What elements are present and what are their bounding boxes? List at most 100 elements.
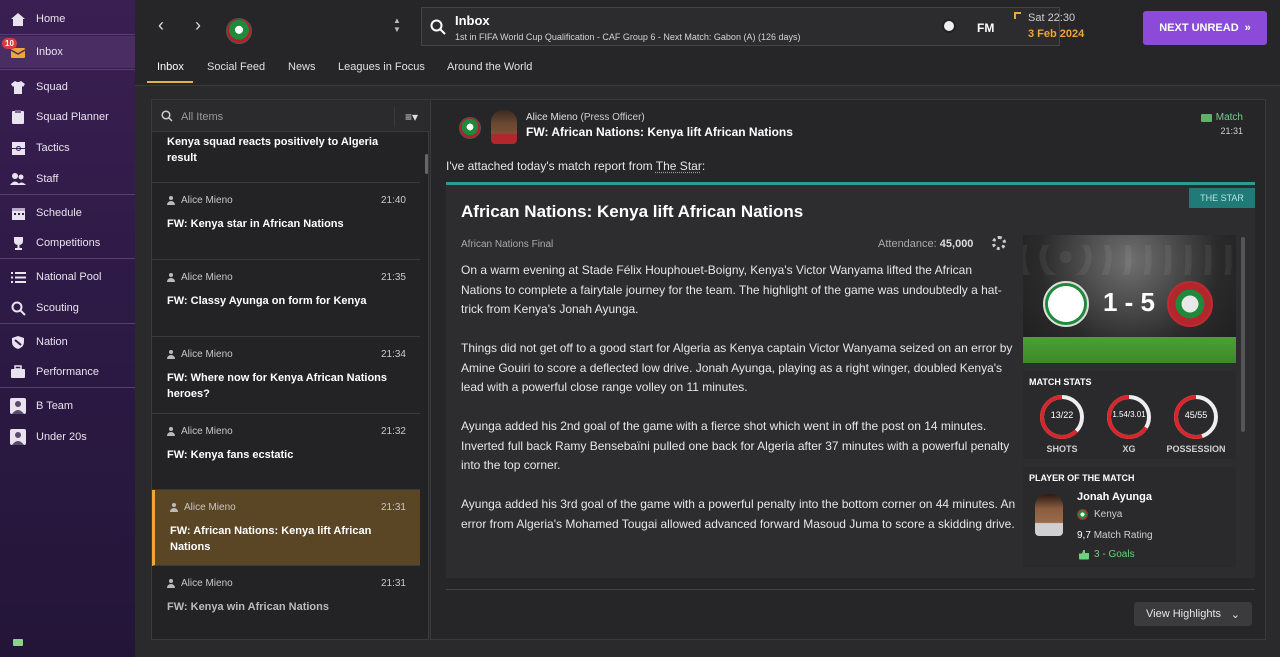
rating-value: 9,7 — [1077, 530, 1091, 541]
list-item[interactable]: Alice Mieno 21:31 FW: Kenya win African … — [152, 566, 420, 640]
list-item[interactable]: Alice Mieno 21:32 FW: Kenya fans ecstati… — [152, 414, 420, 490]
date-corner-icon — [1014, 12, 1021, 19]
source-tag: THE STAR — [1189, 188, 1255, 208]
intro-text: I've attached today's match report from — [446, 159, 656, 173]
u20-icon — [9, 428, 27, 446]
search-input[interactable]: All Items — [181, 111, 223, 123]
message-sender: Alice Mieno — [170, 502, 236, 513]
sidebar-item-b-team[interactable]: B Team — [0, 391, 135, 421]
message-detail: Alice Mieno (Press Officer) FW: African … — [430, 99, 1266, 640]
sender-name: Alice Mieno — [184, 502, 236, 513]
search-icon — [9, 299, 27, 317]
list-item[interactable]: Alice Mieno 21:35 FW: Classy Ayunga on f… — [152, 260, 420, 337]
page-header-box[interactable]: Inbox 1st in FIFA World Cup Qualificatio… — [421, 7, 1060, 46]
top-bar: ‹ › ▲ ▼ Inbox 1st in FIFA World Cup Quali… — [135, 0, 1280, 50]
message-subject: FW: Kenya star in African Nations — [167, 218, 344, 230]
sender-line: Alice Mieno (Press Officer) — [526, 112, 645, 123]
rating-label: Match Rating — [1093, 530, 1153, 541]
football-icon[interactable] — [942, 19, 956, 33]
message-list: All Items ≡▾ Kenya squad reacts positive… — [151, 99, 430, 640]
message-time: 21:34 — [380, 349, 406, 360]
sender-name[interactable]: Alice Mieno — [526, 112, 578, 123]
tab-bar: Inbox Social Feed News Leagues in Focus … — [135, 50, 1280, 86]
next-unread-button[interactable]: NEXT UNREAD » — [1143, 11, 1267, 45]
calendar-icon — [9, 204, 27, 222]
sidebar-item-competitions[interactable]: Competitions — [0, 228, 135, 258]
sidebar-item-label: Squad — [36, 81, 68, 93]
sidebar-separator — [0, 34, 135, 35]
message-time: 21:40 — [380, 195, 406, 206]
message-sender: Alice Mieno — [167, 426, 233, 437]
tab-news[interactable]: News — [288, 61, 316, 73]
sender-name: Alice Mieno — [181, 578, 233, 589]
sidebar-item-squad[interactable]: Squad — [0, 72, 135, 102]
message-subject: Kenya squad reacts positively to Algeria… — [167, 136, 379, 164]
list-item[interactable]: Alice Mieno 21:40 FW: Kenya star in Afri… — [152, 183, 420, 260]
shield-icon — [9, 333, 27, 351]
person-icon — [167, 350, 175, 359]
match-tag[interactable]: Match — [1200, 112, 1243, 123]
match-stats-title: MATCH STATS — [1029, 377, 1092, 387]
source-link[interactable]: The Star — [656, 159, 702, 173]
person-icon — [167, 579, 175, 588]
list-scrollbar[interactable] — [425, 154, 428, 174]
final-score: 1 - 5 — [1102, 287, 1156, 317]
team-crest-icon[interactable] — [226, 18, 252, 44]
sidebar-item-squad-planner[interactable]: Squad Planner — [0, 102, 135, 132]
sidebar-item-label: Home — [36, 13, 66, 25]
person-icon — [167, 427, 175, 436]
sidebar-item-label: Tactics — [36, 142, 70, 154]
message-subject: FW: Kenya win African Nations — [167, 601, 329, 613]
sidebar-item-national-pool[interactable]: National Pool — [0, 262, 135, 292]
list-item[interactable]: Kenya squad reacts positively to Algeria… — [152, 133, 420, 183]
sidebar-item-tactics[interactable]: Tactics — [0, 133, 135, 163]
score-card[interactable]: 1 - 5 — [1023, 235, 1236, 363]
briefcase-icon — [9, 363, 27, 381]
sidebar-item-nation[interactable]: Nation — [0, 327, 135, 357]
kenya-crest-icon[interactable] — [1167, 281, 1213, 327]
filter-menu-icon[interactable]: ≡▾ — [394, 107, 428, 127]
message-sender: Alice Mieno — [167, 195, 233, 206]
tab-around-the-world[interactable]: Around the World — [447, 61, 532, 73]
next-unread-label: NEXT UNREAD — [1159, 22, 1239, 34]
game-date: Sat 22:30 3 Feb 2024 — [1014, 12, 1084, 40]
shots-label: SHOTS — [1046, 444, 1078, 454]
algeria-crest-icon[interactable] — [1043, 281, 1089, 327]
player-goals: 3 - Goals — [1079, 549, 1135, 560]
ticket-icon — [1200, 113, 1212, 122]
switch-team-icon[interactable]: ▲ ▼ — [393, 16, 401, 34]
sidebar-item-label: Schedule — [36, 207, 82, 219]
forward-button[interactable]: › — [190, 16, 206, 34]
list-search[interactable]: All Items ≡▾ — [152, 100, 430, 132]
paragraph: Ayunga added his 2nd goal of the game wi… — [461, 419, 1010, 472]
sidebar-item-scouting[interactable]: Scouting — [0, 293, 135, 323]
sidebar-item-performance[interactable]: Performance — [0, 357, 135, 387]
tab-inbox[interactable]: Inbox — [157, 61, 184, 73]
sidebar-item-staff[interactable]: Staff — [0, 164, 135, 194]
player-of-the-match[interactable]: PLAYER OF THE MATCH Jonah Ayunga Kenya 9… — [1023, 467, 1236, 567]
view-highlights-button[interactable]: View Highlights ⌄ — [1134, 602, 1252, 626]
article-title: African Nations: Kenya lift African Nati… — [461, 202, 804, 221]
sender-avatar[interactable] — [491, 110, 517, 144]
tab-social-feed[interactable]: Social Feed — [207, 61, 265, 73]
tab-leagues-in-focus[interactable]: Leagues in Focus — [338, 61, 425, 73]
sidebar-item-schedule[interactable]: Schedule — [0, 198, 135, 228]
fm-menu-button[interactable]: FM — [977, 21, 994, 35]
goals-value: 3 - Goals — [1094, 549, 1135, 560]
stats-scrollbar[interactable] — [1241, 237, 1245, 432]
sidebar-item-home[interactable]: Home — [0, 4, 135, 34]
message-time: 21:32 — [380, 426, 406, 437]
status-indicator — [13, 639, 23, 646]
player-name[interactable]: Jonah Ayunga — [1077, 491, 1152, 503]
gear-icon[interactable] — [992, 236, 1006, 250]
sidebar-item-under-20s[interactable]: Under 20s — [0, 422, 135, 452]
list-item[interactable]: Alice Mieno 21:34 FW: Where now for Keny… — [152, 337, 420, 414]
shirt-icon — [9, 78, 27, 96]
player-nation: Kenya — [1077, 509, 1122, 520]
xg-label: XG — [1122, 444, 1136, 454]
back-button[interactable]: ‹ — [153, 16, 169, 34]
sidebar-item-inbox[interactable]: Inbox 10 — [0, 36, 135, 68]
player-avatar[interactable] — [1035, 494, 1063, 536]
list-item-selected[interactable]: Alice Mieno 21:31 FW: African Nations: K… — [152, 490, 420, 566]
message-subject: FW: Where now for Kenya African Nations … — [167, 372, 388, 400]
